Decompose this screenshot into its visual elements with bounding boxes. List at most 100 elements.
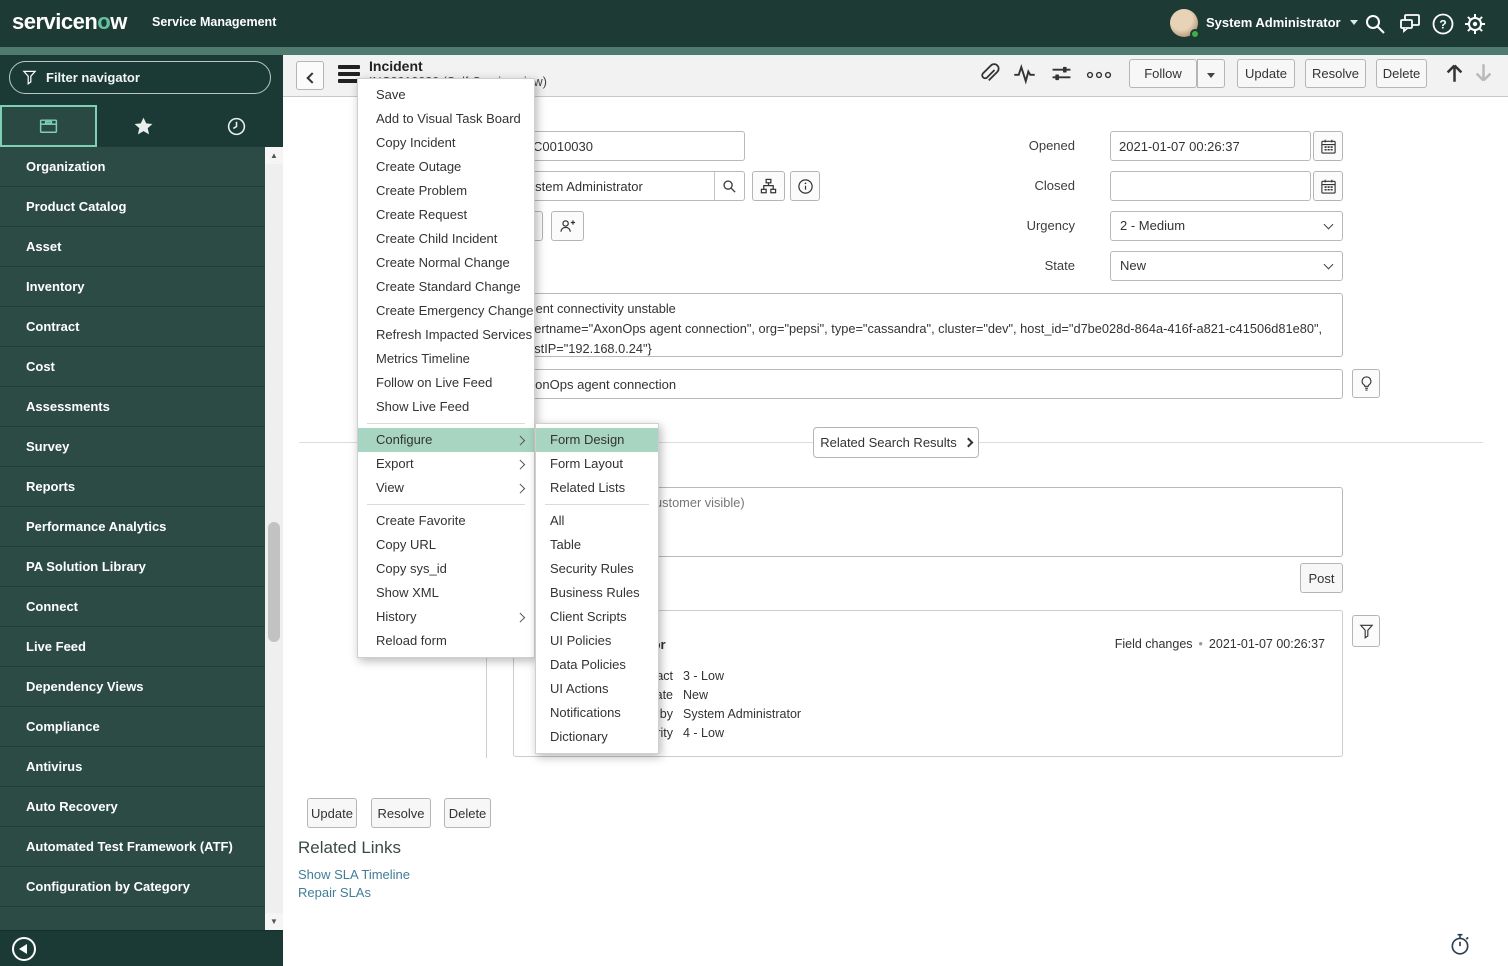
sidebar-item-dependency-views[interactable]: Dependency Views — [0, 667, 265, 707]
menu-item-metrics-timeline[interactable]: Metrics Timeline — [358, 347, 534, 371]
menu-item-create-problem[interactable]: Create Problem — [358, 179, 534, 203]
sidebar-item-product-catalog[interactable]: Product Catalog — [0, 187, 265, 227]
sidebar-item-assessments[interactable]: Assessments — [0, 387, 265, 427]
menu-item-create-normal-change[interactable]: Create Normal Change — [358, 251, 534, 275]
menu-item-save[interactable]: Save — [358, 83, 534, 107]
submenu-item-ui-policies[interactable]: UI Policies — [536, 629, 658, 653]
follow-dropdown-button[interactable] — [1197, 59, 1225, 88]
description-field[interactable]: Agent connectivity unstable {alertname="… — [511, 293, 1343, 357]
short-description-field[interactable] — [511, 369, 1343, 399]
submenu-item-all[interactable]: All — [536, 509, 658, 533]
servicenow-logo[interactable]: servicenow — [12, 9, 127, 35]
submenu-item-ui-actions[interactable]: UI Actions — [536, 677, 658, 701]
menu-item-show-live-feed[interactable]: Show Live Feed — [358, 395, 534, 419]
user-menu[interactable]: System Administrator — [1206, 15, 1358, 30]
scroll-down-icon[interactable]: ▼ — [265, 913, 283, 930]
submenu-item-business-rules[interactable]: Business Rules — [536, 581, 658, 605]
menu-item-create-favorite[interactable]: Create Favorite — [358, 509, 534, 533]
sidebar-item-auto-recovery[interactable]: Auto Recovery — [0, 787, 265, 827]
sidebar-item-antivirus[interactable]: Antivirus — [0, 747, 265, 787]
post-button[interactable]: Post — [1300, 563, 1343, 593]
number-field[interactable] — [511, 131, 745, 161]
submenu-item-form-layout[interactable]: Form Layout — [536, 452, 658, 476]
sidebar-item-pa-solution-library[interactable]: PA Solution Library — [0, 547, 265, 587]
preview-record-button[interactable] — [790, 171, 820, 201]
menu-item-create-outage[interactable]: Create Outage — [358, 155, 534, 179]
sidebar-item-contract[interactable]: Contract — [0, 307, 265, 347]
menu-item-copy-incident[interactable]: Copy Incident — [358, 131, 534, 155]
sidebar-item-configuration-by-category[interactable]: Configuration by Category — [0, 867, 265, 907]
submenu-item-dictionary[interactable]: Dictionary — [536, 725, 658, 749]
resolve-button[interactable]: Resolve — [1305, 59, 1366, 88]
menu-item-export[interactable]: Export — [358, 452, 534, 476]
link-show-sla-timeline[interactable]: Show SLA Timeline — [298, 867, 410, 882]
submenu-item-related-lists[interactable]: Related Lists — [536, 476, 658, 500]
resolve-button-bottom[interactable]: Resolve — [371, 798, 431, 828]
opened-field[interactable] — [1110, 131, 1311, 161]
menu-item-add-to-visual-task-board[interactable]: Add to Visual Task Board — [358, 107, 534, 131]
personalize-form-icon[interactable] — [1050, 62, 1073, 85]
delete-button-bottom[interactable]: Delete — [444, 798, 491, 828]
related-search-results-button[interactable]: Related Search Results — [813, 427, 979, 458]
menu-item-configure[interactable]: Configure — [358, 428, 534, 452]
submenu-item-client-scripts[interactable]: Client Scripts — [536, 605, 658, 629]
show-hierarchy-button[interactable] — [752, 171, 785, 201]
caller-field[interactable] — [511, 171, 745, 201]
global-search-icon[interactable] — [1363, 12, 1387, 36]
menu-item-create-emergency-change[interactable]: Create Emergency Change — [358, 299, 534, 323]
follow-button[interactable]: Follow — [1129, 59, 1197, 88]
submenu-item-notifications[interactable]: Notifications — [536, 701, 658, 725]
menu-item-create-standard-change[interactable]: Create Standard Change — [358, 275, 534, 299]
attachment-icon[interactable] — [977, 62, 1000, 85]
scrollbar-thumb[interactable] — [268, 522, 280, 642]
sidebar-item-connect[interactable]: Connect — [0, 587, 265, 627]
update-button[interactable]: Update — [1237, 59, 1295, 88]
activity-filter-button[interactable] — [1352, 615, 1380, 647]
closed-calendar-button[interactable] — [1313, 171, 1343, 201]
caller-input[interactable] — [512, 172, 714, 200]
previous-record-icon[interactable] — [1442, 60, 1467, 86]
menu-item-follow-on-live-feed[interactable]: Follow on Live Feed — [358, 371, 534, 395]
sidebar-item-organization[interactable]: Organization — [0, 147, 265, 187]
sidebar-item-compliance[interactable]: Compliance — [0, 707, 265, 747]
menu-item-copy-sys-id[interactable]: Copy sys_id — [358, 557, 534, 581]
gear-icon[interactable] — [1463, 12, 1487, 36]
submenu-item-security-rules[interactable]: Security Rules — [536, 557, 658, 581]
menu-item-create-request[interactable]: Create Request — [358, 203, 534, 227]
delete-button[interactable]: Delete — [1376, 59, 1427, 88]
state-select[interactable]: New — [1110, 251, 1343, 281]
menu-item-create-child-incident[interactable]: Create Child Incident — [358, 227, 534, 251]
sidebar-item-inventory[interactable]: Inventory — [0, 267, 265, 307]
back-button[interactable] — [296, 61, 324, 90]
menu-item-history[interactable]: History — [358, 605, 534, 629]
closed-field[interactable] — [1110, 171, 1311, 201]
link-repair-slas[interactable]: Repair SLAs — [298, 885, 371, 900]
help-icon[interactable]: ? — [1431, 12, 1455, 36]
collapse-navigator-button[interactable] — [12, 937, 36, 961]
sidebar-item-survey[interactable]: Survey — [0, 427, 265, 467]
menu-item-show-xml[interactable]: Show XML — [358, 581, 534, 605]
filter-navigator[interactable] — [9, 61, 271, 94]
urgency-select[interactable]: 2 - Medium — [1110, 211, 1343, 241]
update-button-bottom[interactable]: Update — [307, 798, 357, 828]
sidebar-item-cost[interactable]: Cost — [0, 347, 265, 387]
user-avatar[interactable] — [1170, 9, 1200, 39]
reference-lookup-icon[interactable] — [714, 172, 744, 200]
scroll-up-icon[interactable]: ▲ — [265, 147, 283, 164]
activity-stream-icon[interactable] — [1013, 62, 1036, 85]
menu-item-reload-form[interactable]: Reload form — [358, 629, 534, 653]
opened-calendar-button[interactable] — [1313, 131, 1343, 161]
add-to-watch-list-button[interactable] — [551, 211, 584, 241]
sidebar-scrollbar[interactable]: ▲ ▼ — [265, 147, 283, 930]
tab-favorites[interactable] — [97, 105, 190, 147]
submenu-item-table[interactable]: Table — [536, 533, 658, 557]
submenu-item-form-design[interactable]: Form Design — [536, 428, 658, 452]
filter-navigator-input[interactable] — [46, 70, 258, 85]
sidebar-item-performance-analytics[interactable]: Performance Analytics — [0, 507, 265, 547]
sidebar-item-reports[interactable]: Reports — [0, 467, 265, 507]
more-options-icon[interactable] — [1086, 67, 1112, 79]
connect-chat-icon[interactable] — [1398, 12, 1422, 36]
submenu-item-data-policies[interactable]: Data Policies — [536, 653, 658, 677]
menu-item-view[interactable]: View — [358, 476, 534, 500]
tab-all-applications[interactable] — [0, 105, 97, 147]
